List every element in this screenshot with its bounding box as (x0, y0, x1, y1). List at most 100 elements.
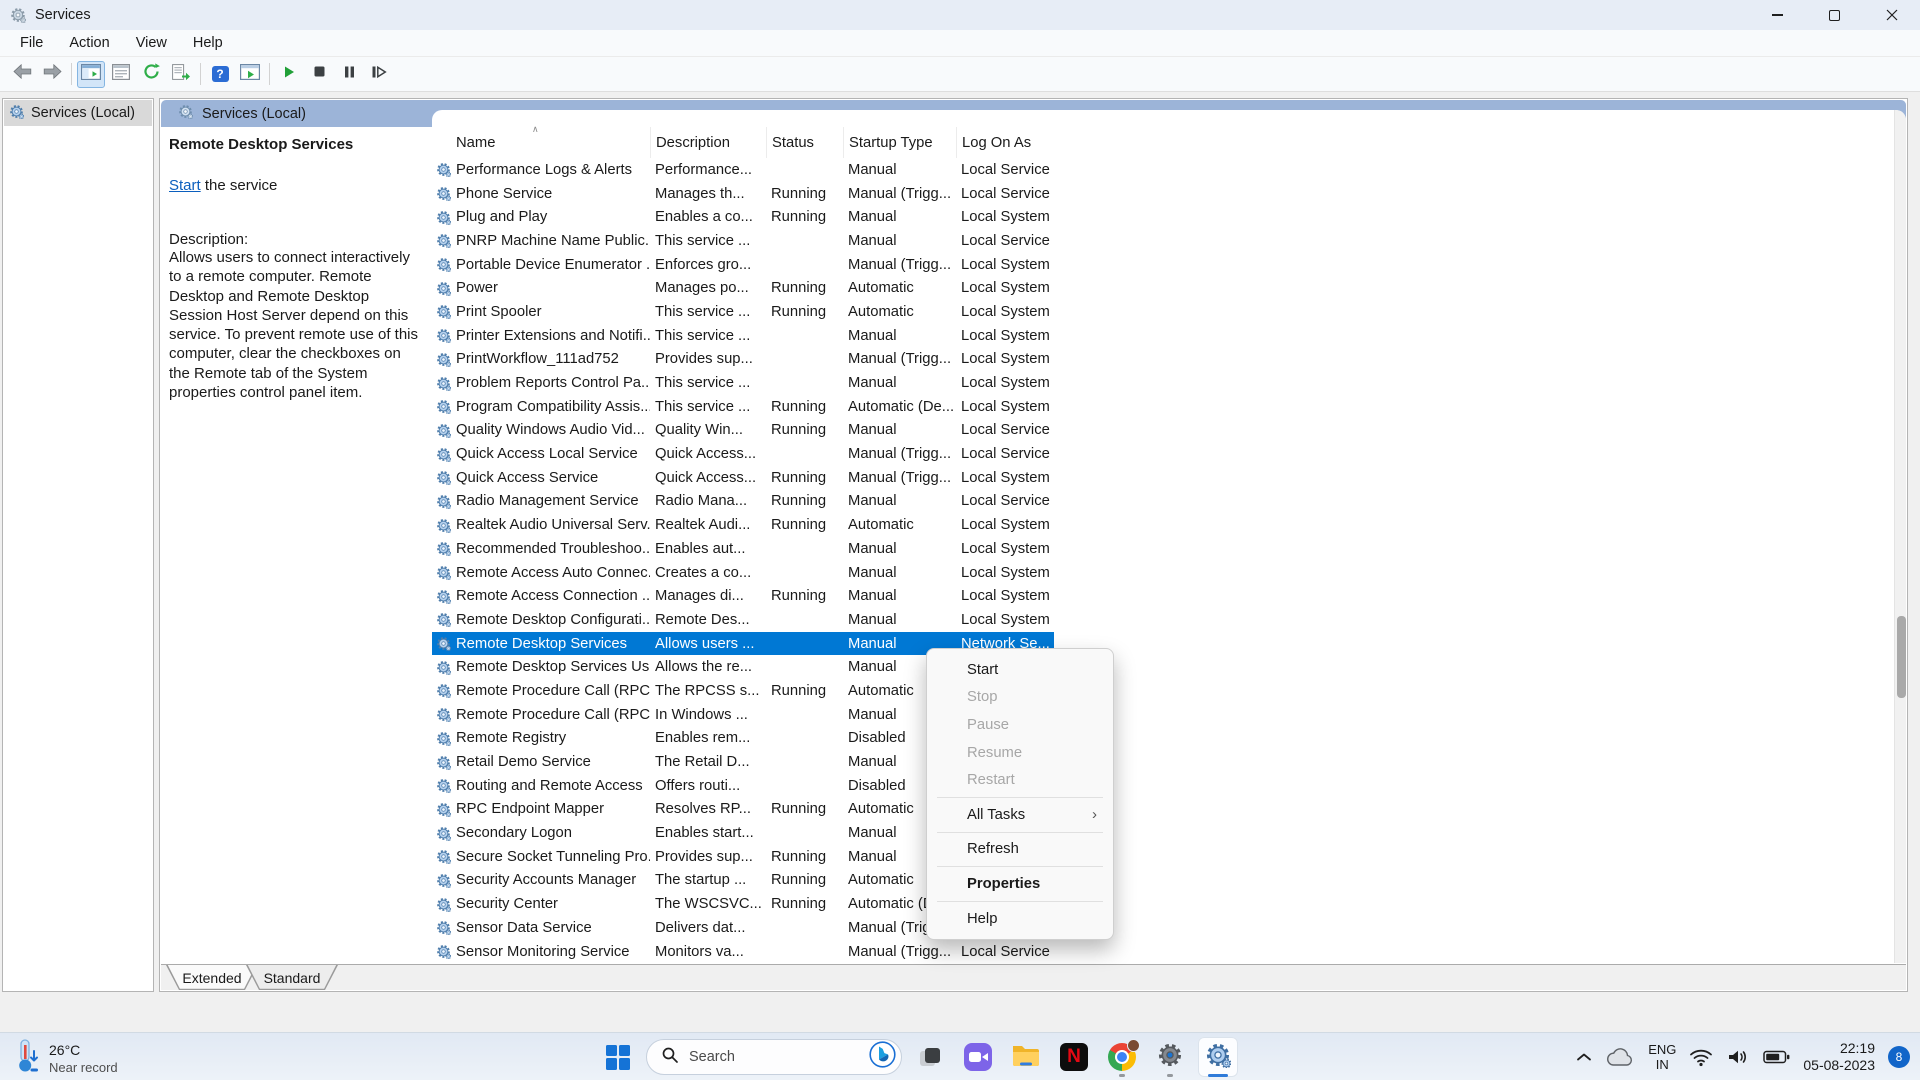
service-startup-type: Manual (Trigg... (843, 186, 956, 202)
context-menu-item-properties[interactable]: Properties (927, 870, 1113, 898)
service-row[interactable]: Quality Windows Audio Vid...Quality Win.… (432, 419, 1054, 443)
refresh-button[interactable] (137, 61, 165, 88)
service-row[interactable]: Remote Desktop Configurati...Remote Des.… (432, 608, 1054, 632)
service-row[interactable]: Performance Logs & AlertsPerformance...M… (432, 158, 1054, 182)
service-row[interactable]: Plug and PlayEnables a co...RunningManua… (432, 205, 1054, 229)
service-row[interactable]: Recommended Troubleshoo...Enables aut...… (432, 537, 1054, 561)
search-input[interactable]: Search (646, 1039, 902, 1075)
chat-button[interactable] (958, 1037, 998, 1077)
service-gear-icon (432, 683, 454, 698)
battery-icon[interactable] (1763, 1050, 1790, 1064)
extended-detail-pane: Remote Desktop Services Start the servic… (161, 128, 432, 963)
service-row[interactable]: Sensor Monitoring ServiceMonitors va...M… (432, 940, 1054, 964)
column-header-startup-type[interactable]: Startup Type (843, 127, 956, 158)
service-row[interactable]: Quick Access Local ServiceQuick Access..… (432, 442, 1054, 466)
service-gear-icon (432, 636, 454, 651)
column-header-status[interactable]: Status (766, 127, 843, 158)
show-tree-button[interactable] (77, 61, 105, 88)
onedrive-cloud-icon[interactable] (1605, 1047, 1635, 1068)
service-row[interactable]: Quick Access ServiceQuick Access...Runni… (432, 466, 1054, 490)
services-button[interactable] (1198, 1037, 1238, 1077)
service-row[interactable]: Portable Device Enumerator ...Enforces g… (432, 253, 1054, 277)
description-label: Description: (169, 231, 422, 248)
properties-window-button[interactable] (107, 61, 135, 88)
restart-service-button[interactable] (365, 61, 393, 88)
service-status: Running (766, 209, 843, 225)
column-header-name[interactable]: ∧Name (432, 127, 650, 158)
submenu-arrow-icon: › (1092, 806, 1097, 823)
service-name: Radio Management Service (454, 493, 650, 509)
scrollbar-thumb[interactable] (1897, 616, 1906, 698)
weather-widget[interactable]: 26°C Near record (14, 1038, 118, 1079)
service-row[interactable]: Phone ServiceManages th...RunningManual … (432, 182, 1054, 206)
maximize-button[interactable] (1806, 0, 1863, 30)
export-list-button[interactable] (167, 61, 195, 88)
service-row[interactable]: Radio Management ServiceRadio Mana...Run… (432, 490, 1054, 514)
tab-standard[interactable]: Standard (246, 965, 338, 990)
netflix-button[interactable]: N (1054, 1037, 1094, 1077)
menu-help[interactable]: Help (180, 31, 236, 55)
maximize-icon (1829, 10, 1840, 21)
clock[interactable]: 22:19 05-08-2023 (1803, 1040, 1875, 1074)
pause-service-button[interactable] (335, 61, 363, 88)
chrome-button[interactable] (1102, 1037, 1142, 1077)
service-status: Running (766, 493, 843, 509)
minimize-button[interactable] (1749, 0, 1806, 30)
file-explorer-button[interactable] (1006, 1037, 1046, 1077)
stop-service-button[interactable] (305, 61, 333, 88)
service-description: Quick Access... (650, 470, 766, 486)
menu-file[interactable]: File (7, 31, 56, 55)
view-tabs: ExtendedStandard (161, 964, 1906, 990)
column-header-description[interactable]: Description (650, 127, 766, 158)
service-row[interactable]: Print SpoolerThis service ...RunningAuto… (432, 300, 1054, 324)
service-status: Running (766, 399, 843, 415)
language-indicator[interactable]: ENG IN (1648, 1042, 1676, 1072)
service-row[interactable]: Remote Access Auto Connec...Creates a co… (432, 561, 1054, 585)
help-button[interactable]: ? (206, 61, 234, 88)
service-row[interactable]: PowerManages po...RunningAutomaticLocal … (432, 276, 1054, 300)
start-button[interactable] (598, 1037, 638, 1077)
service-name: Sensor Monitoring Service (454, 944, 650, 960)
service-name: Printer Extensions and Notifi... (454, 328, 650, 344)
service-row[interactable]: Realtek Audio Universal Serv...Realtek A… (432, 513, 1054, 537)
menu-action[interactable]: Action (56, 31, 122, 55)
service-gear-icon (432, 281, 454, 296)
service-row[interactable]: Printer Extensions and Notifi...This ser… (432, 324, 1054, 348)
context-menu-item-label: Stop (967, 689, 997, 705)
toolbar-separator (71, 63, 72, 85)
service-startup-type: Manual (Trigg... (843, 470, 956, 486)
volume-icon[interactable] (1726, 1047, 1750, 1067)
context-menu-separator (937, 901, 1103, 902)
service-name: Recommended Troubleshoo... (454, 541, 650, 557)
tab-extended[interactable]: Extended (166, 965, 258, 990)
task-view-button[interactable] (910, 1037, 950, 1077)
context-menu-item-refresh[interactable]: Refresh (927, 836, 1113, 864)
settings-button[interactable] (1150, 1037, 1190, 1077)
context-menu-item-start[interactable]: Start (927, 656, 1113, 684)
back-arrow-button[interactable] (8, 61, 36, 88)
hidden-icons-chevron-icon[interactable] (1576, 1052, 1592, 1062)
pause-service-icon (343, 65, 356, 84)
vertical-scrollbar[interactable] (1894, 110, 1906, 963)
service-status: Running (766, 896, 843, 912)
extended-view-button[interactable] (236, 61, 264, 88)
start-service-button[interactable] (275, 61, 303, 88)
wifi-icon[interactable] (1689, 1047, 1713, 1067)
context-menu-item-help[interactable]: Help (927, 905, 1113, 933)
service-gear-icon (432, 612, 454, 627)
column-header-log-on-as[interactable]: Log On As (956, 127, 1054, 158)
context-menu-item-all-tasks[interactable]: All Tasks› (927, 801, 1113, 829)
service-row[interactable]: Problem Reports Control Pa...This servic… (432, 371, 1054, 395)
notification-badge[interactable]: 8 (1888, 1046, 1910, 1068)
forward-arrow-button[interactable] (38, 61, 66, 88)
close-button[interactable] (1863, 0, 1920, 30)
tree-item-services-local[interactable]: Services (Local) (4, 100, 152, 126)
toolbar: ? (0, 57, 1920, 92)
service-gear-icon (432, 826, 454, 841)
service-row[interactable]: Program Compatibility Assis...This servi… (432, 395, 1054, 419)
service-row[interactable]: Remote Access Connection ...Manages di..… (432, 584, 1054, 608)
service-row[interactable]: PrintWorkflow_111ad752Provides sup...Man… (432, 348, 1054, 372)
service-row[interactable]: PNRP Machine Name Public...This service … (432, 229, 1054, 253)
start-service-link[interactable]: Start (169, 177, 201, 194)
menu-view[interactable]: View (123, 31, 180, 55)
